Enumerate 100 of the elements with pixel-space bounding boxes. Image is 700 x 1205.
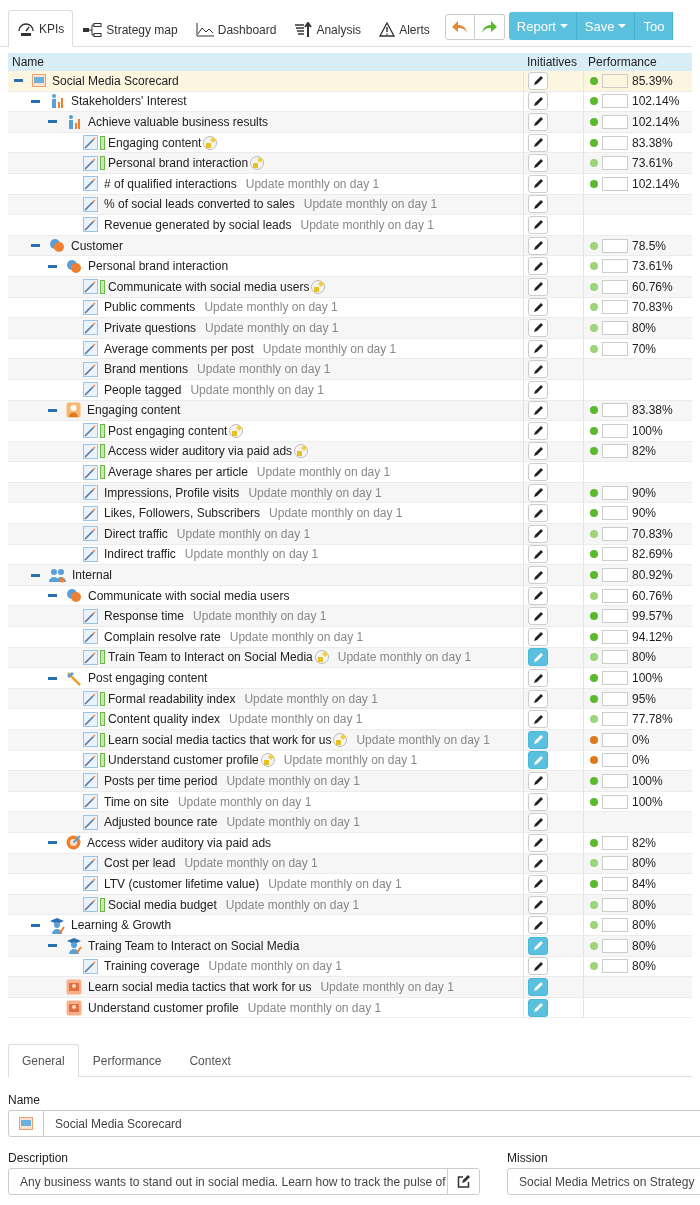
tree-row[interactable]: Impressions, Profile visits Update monthly on day 1 90% [8, 482, 692, 504]
initiatives-button[interactable] [528, 524, 548, 543]
tree-row[interactable]: Average shares per article Update monthly on day 1 [8, 462, 692, 483]
tree-row[interactable]: People tagged Update monthly on day 1 [8, 379, 692, 401]
tree-row[interactable]: Train Team to Interact on Social Media Update monthly on day 1 80% [8, 647, 692, 669]
initiatives-button[interactable] [528, 277, 548, 296]
collapse-icon[interactable] [30, 244, 40, 248]
tree-row[interactable]: Learning & Growth 80% [8, 915, 692, 936]
view-tab[interactable]: Alerts [370, 11, 439, 47]
collapse-icon[interactable] [47, 944, 57, 948]
initiatives-button[interactable] [528, 607, 548, 626]
node-name: Time on site [104, 794, 169, 809]
tree-row[interactable]: Learn social media tactics that work for us Update monthly on day 1 [8, 977, 692, 998]
initiatives-button[interactable] [528, 854, 548, 873]
collapse-icon[interactable] [30, 923, 40, 927]
initiatives-button[interactable] [528, 236, 548, 255]
tree-row[interactable]: Complain resolve rate Update monthly on day 1 94.12% [8, 627, 692, 648]
initiatives-button[interactable] [528, 833, 548, 852]
collapse-icon[interactable] [47, 120, 57, 124]
initiatives-button[interactable] [528, 566, 548, 585]
tree-row[interactable]: Understand customer profile Update monthly on day 1 [8, 997, 692, 1019]
initiatives-button[interactable] [528, 463, 548, 482]
undo-button[interactable] [444, 14, 475, 40]
collapse-icon[interactable] [30, 573, 40, 577]
tree-row[interactable]: Posts per time period Update monthly on day 1 100% [8, 771, 692, 792]
collapse-icon[interactable] [13, 79, 23, 83]
tree-row[interactable]: Personal brand interaction 73.61% [8, 153, 692, 174]
initiatives-button[interactable] [528, 895, 548, 914]
initiatives-button[interactable] [528, 71, 548, 90]
edit-button[interactable] [447, 1169, 479, 1195]
view-tab[interactable]: Dashboard [186, 11, 286, 47]
tree-row[interactable]: Learn social media tactics that work for us Update monthly on day 1 0% [8, 730, 692, 751]
initiatives-button[interactable] [528, 772, 548, 790]
collapse-icon[interactable] [47, 841, 57, 845]
tree-row[interactable]: Communicate with social media users 60.76% [8, 276, 692, 298]
tree-row[interactable]: Personal brand interaction 73.61% [8, 256, 692, 277]
initiatives-button[interactable] [528, 154, 548, 173]
tree-row[interactable]: # of qualified interactions Update monthly on day 1 102.14% [8, 173, 692, 195]
initiatives-button[interactable] [528, 174, 548, 193]
initiatives-button[interactable] [528, 957, 548, 976]
initiatives-button[interactable] [528, 792, 548, 811]
tree-row[interactable]: Achieve valuable business results 102.14% [8, 112, 692, 133]
tree-row[interactable]: Access wider auditory via paid ads 82% [8, 832, 692, 854]
initiatives-button[interactable] [528, 627, 548, 646]
initiatives-button[interactable] [528, 215, 548, 234]
initiatives-button[interactable] [528, 380, 548, 399]
initiatives-button[interactable] [528, 504, 548, 523]
initiatives-button[interactable] [528, 442, 548, 461]
tree-row[interactable]: Customer 78.5% [8, 235, 692, 257]
initiatives-button[interactable] [528, 874, 548, 893]
tree-row[interactable]: % of social leads converted to sales Update monthly on day 1 [8, 194, 692, 216]
initiatives-button[interactable] [528, 916, 548, 935]
details-tab[interactable]: Performance [78, 1044, 176, 1077]
initiatives-button[interactable] [528, 298, 548, 317]
tree-row[interactable]: LTV (customer lifetime value) Update monthly on day 1 84% [8, 874, 692, 895]
tree-row[interactable]: Private questions Update monthly on day 1 80% [8, 318, 692, 339]
tree-row[interactable]: Social media budget Update monthly on day 1 80% [8, 894, 692, 916]
initiatives-button[interactable] [528, 689, 548, 708]
tree-row[interactable]: Adjusted bounce rate Update monthly on day 1 [8, 812, 692, 833]
tree-row[interactable]: Brand mentions Update monthly on day 1 [8, 359, 692, 380]
tree-row[interactable]: Revenue generated by social leads Update monthly on day 1 [8, 215, 692, 236]
tree-row[interactable]: Internal 80.92% [8, 565, 692, 586]
initiatives-button[interactable] [528, 113, 548, 131]
initiatives-button[interactable] [528, 257, 548, 276]
view-tab[interactable]: Analysis [285, 11, 371, 47]
tree-row[interactable]: Access wider auditory via paid ads 82% [8, 441, 692, 463]
tree-row[interactable]: Post engaging content 100% [8, 668, 692, 689]
initiatives-button[interactable] [528, 545, 548, 564]
mission-field[interactable]: Social Media Metrics on Strategy [507, 1168, 700, 1196]
initiatives-button[interactable] [528, 669, 548, 687]
tree-row[interactable]: Formal readability index Update monthly on day 1 95% [8, 688, 692, 710]
name-field[interactable]: Social Media Scorecard [8, 1110, 700, 1138]
tree-row[interactable]: Traing Team to Interact on Social Media 80% [8, 935, 692, 957]
initiatives-button[interactable] [528, 813, 548, 832]
view-tab[interactable]: Strategy map [73, 11, 187, 47]
details-tab[interactable]: Context [175, 1044, 245, 1077]
details-tab[interactable]: General [8, 1044, 79, 1078]
initiatives-button[interactable] [528, 710, 548, 729]
tree-row[interactable]: Direct traffic Update monthly on day 1 70.83% [8, 524, 692, 545]
tree-row[interactable]: Cost per lead Update monthly on day 1 80% [8, 853, 692, 875]
initiatives-button[interactable] [528, 401, 548, 420]
initiatives-button[interactable] [528, 92, 548, 111]
collapse-icon[interactable] [47, 264, 57, 268]
view-tab[interactable]: KPIs [8, 10, 74, 47]
initiatives-button[interactable] [528, 318, 548, 337]
tree-row[interactable]: Response time Update monthly on day 1 99.57% [8, 606, 692, 628]
initiatives-button[interactable] [528, 421, 548, 440]
tree-row[interactable]: Social Media Scorecard 85.39% [8, 71, 692, 92]
tree-row[interactable]: Post engaging content 100% [8, 421, 692, 442]
collapse-icon[interactable] [47, 408, 57, 412]
initiatives-button[interactable] [528, 133, 548, 152]
initiatives-button[interactable] [528, 195, 548, 214]
tree-row[interactable]: Engaging content 83.38% [8, 400, 692, 422]
initiatives-button[interactable] [528, 586, 548, 605]
initiatives-button[interactable] [528, 339, 548, 358]
initiatives-button[interactable] [528, 360, 548, 379]
collapse-icon[interactable] [47, 676, 57, 680]
collapse-icon[interactable] [30, 99, 40, 103]
initiatives-button[interactable] [528, 483, 548, 502]
collapse-icon[interactable] [47, 594, 57, 598]
